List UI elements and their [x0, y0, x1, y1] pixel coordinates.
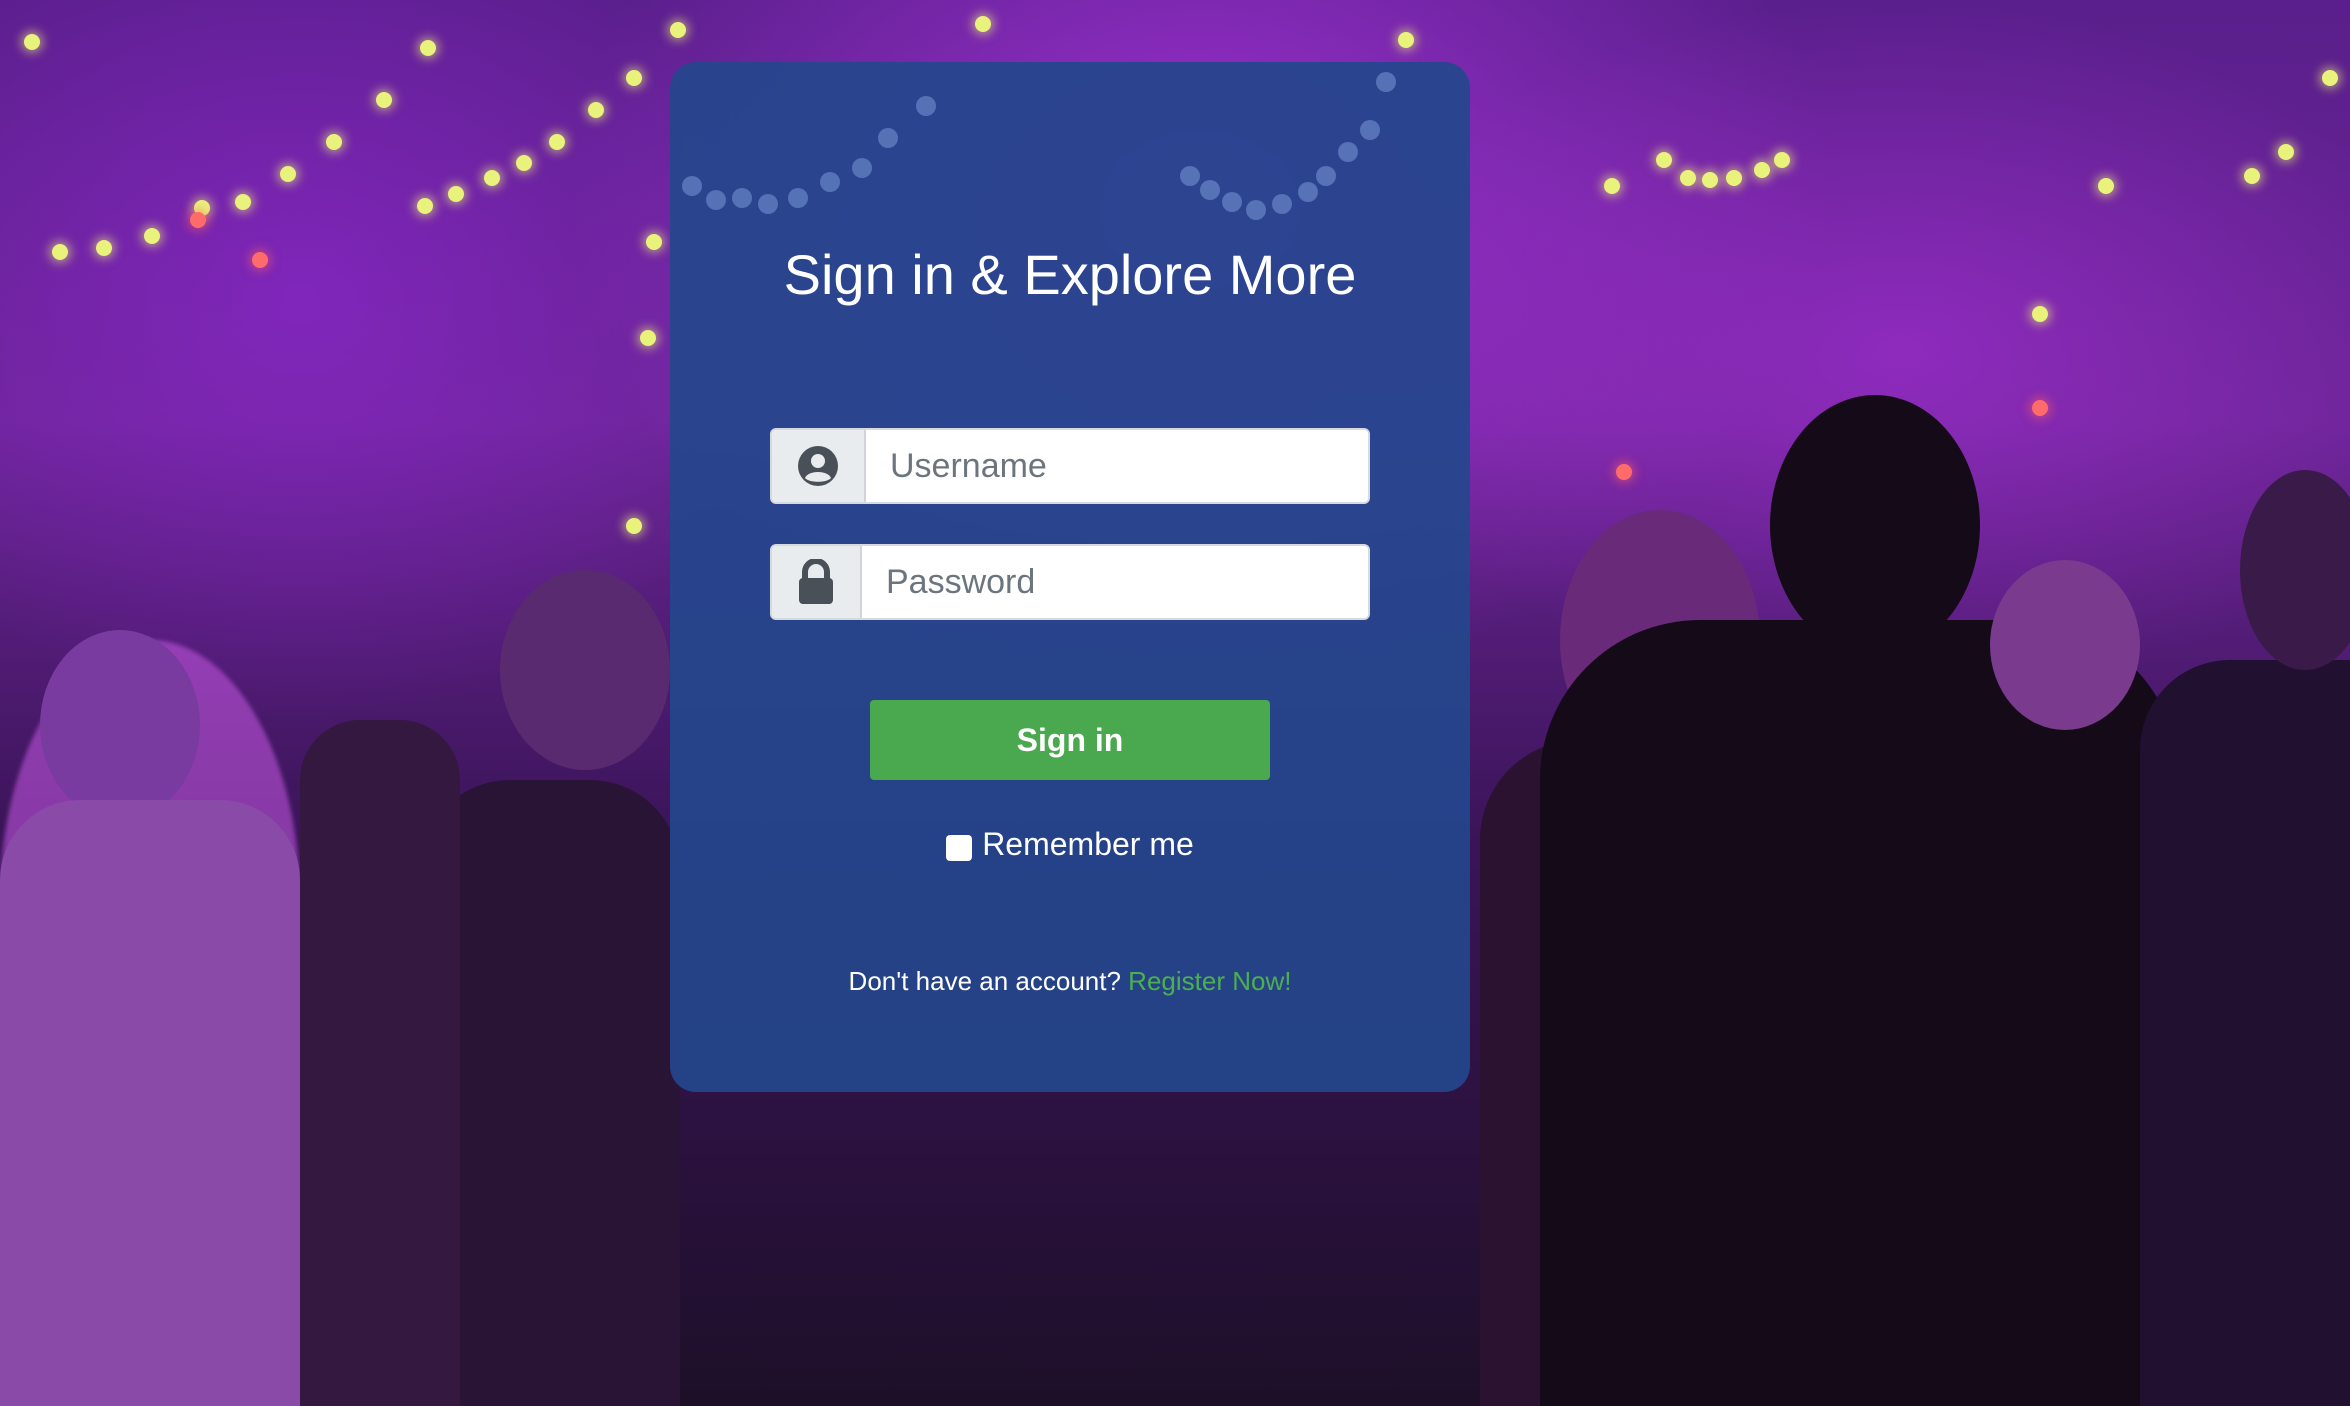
- string-light: [1316, 166, 1336, 186]
- string-light: [588, 102, 604, 118]
- crowd-figure: [1990, 560, 2140, 730]
- string-light: [2032, 306, 2048, 322]
- string-light: [682, 176, 702, 196]
- string-light: [626, 70, 642, 86]
- string-light: [190, 212, 206, 228]
- register-link[interactable]: Register Now!: [1128, 966, 1291, 996]
- password-field-group: [770, 544, 1370, 620]
- string-light: [144, 228, 160, 244]
- string-light: [1272, 194, 1292, 214]
- remember-me-row: Remember me: [670, 826, 1470, 863]
- string-light: [1398, 32, 1414, 48]
- register-row: Don't have an account? Register Now!: [670, 966, 1470, 997]
- remember-me-label: Remember me: [982, 826, 1194, 862]
- string-light: [1298, 182, 1318, 202]
- string-light: [670, 22, 686, 38]
- string-light: [448, 186, 464, 202]
- string-light: [2244, 168, 2260, 184]
- string-light: [878, 128, 898, 148]
- string-light: [732, 188, 752, 208]
- string-light: [1222, 192, 1242, 212]
- string-light: [420, 40, 436, 56]
- string-light: [1774, 152, 1790, 168]
- string-light: [1338, 142, 1358, 162]
- crowd-figure: [40, 630, 200, 820]
- string-light: [549, 134, 565, 150]
- string-light: [52, 244, 68, 260]
- string-light: [235, 194, 251, 210]
- string-light: [2278, 144, 2294, 160]
- string-light: [640, 330, 656, 346]
- remember-me-checkbox[interactable]: [946, 834, 973, 861]
- crowd-figure: [1540, 620, 2180, 1406]
- crowd-figure: [500, 570, 670, 770]
- string-light: [706, 190, 726, 210]
- crowd-figure: [2140, 660, 2350, 1406]
- string-light: [1360, 120, 1380, 140]
- string-light: [516, 155, 532, 171]
- string-light: [2322, 70, 2338, 86]
- string-light: [1702, 172, 1718, 188]
- string-light: [975, 16, 991, 32]
- sign-in-button[interactable]: Sign in: [870, 700, 1270, 780]
- string-light: [820, 172, 840, 192]
- string-light: [1726, 170, 1742, 186]
- user-circle-icon: [772, 430, 866, 502]
- string-light: [1656, 152, 1672, 168]
- string-light: [484, 170, 500, 186]
- page-title: Sign in & Explore More: [783, 243, 1357, 306]
- string-light: [852, 158, 872, 178]
- crowd-figure: [300, 720, 460, 1406]
- lock-icon: [772, 546, 862, 618]
- string-light: [417, 198, 433, 214]
- string-light: [280, 166, 296, 182]
- string-light: [1376, 72, 1396, 92]
- string-light: [2032, 400, 2048, 416]
- register-prompt: Don't have an account?: [848, 966, 1121, 996]
- string-light: [1180, 166, 1200, 186]
- string-light: [24, 34, 40, 50]
- string-light: [1680, 170, 1696, 186]
- string-light: [2098, 178, 2114, 194]
- string-light: [758, 194, 778, 214]
- string-light: [626, 518, 642, 534]
- password-input[interactable]: [862, 546, 1368, 618]
- string-light: [96, 240, 112, 256]
- string-light: [916, 96, 936, 116]
- string-light: [788, 188, 808, 208]
- login-card: Sign in & Explore More Sign in Remember …: [670, 62, 1470, 1092]
- string-light: [252, 252, 268, 268]
- string-light: [1754, 162, 1770, 178]
- username-field-group: [770, 428, 1370, 504]
- string-light: [1200, 180, 1220, 200]
- string-light: [376, 92, 392, 108]
- string-light: [326, 134, 342, 150]
- crowd-figure: [2240, 470, 2350, 670]
- string-light: [1616, 464, 1632, 480]
- crowd-figure: [0, 800, 300, 1406]
- crowd-figure: [1770, 395, 1980, 655]
- string-light: [646, 234, 662, 250]
- username-input[interactable]: [866, 430, 1368, 502]
- string-light: [1246, 200, 1266, 220]
- string-light: [1604, 178, 1620, 194]
